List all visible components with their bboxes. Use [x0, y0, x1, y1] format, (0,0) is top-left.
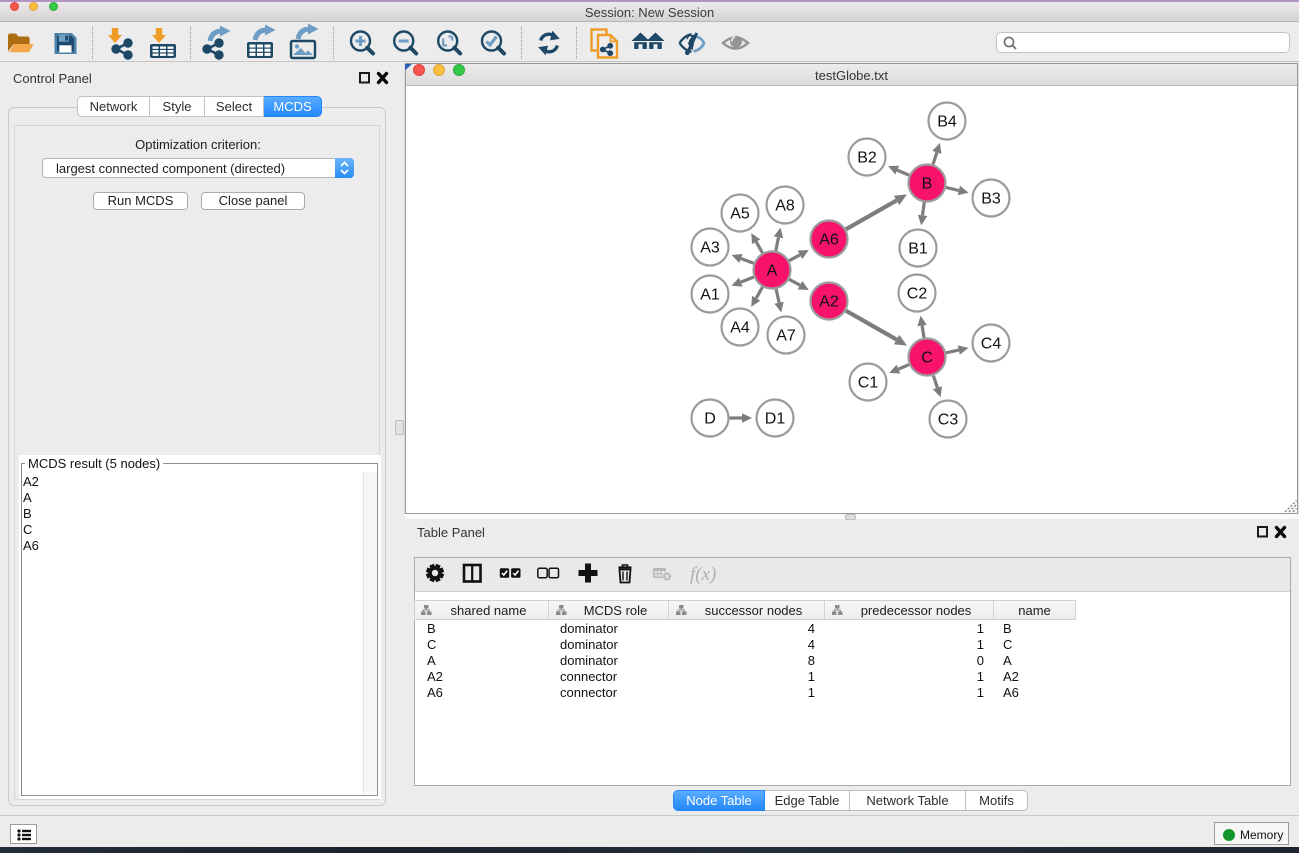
svg-text:D: D: [704, 411, 716, 428]
svg-text:B: B: [922, 176, 933, 193]
svg-text:B3: B3: [981, 191, 1001, 208]
svg-text:A: A: [767, 263, 778, 280]
svg-text:D1: D1: [765, 411, 786, 428]
svg-text:A6: A6: [819, 232, 839, 249]
svg-text:f(x): f(x): [690, 564, 716, 585]
svg-text:A1: A1: [700, 287, 720, 304]
svg-text:A3: A3: [700, 240, 720, 257]
svg-text:B2: B2: [857, 150, 877, 167]
svg-text:A2: A2: [819, 294, 839, 311]
svg-text:A5: A5: [730, 206, 750, 223]
svg-text:C4: C4: [981, 336, 1002, 353]
svg-text:A4: A4: [730, 320, 750, 337]
svg-text:C3: C3: [938, 412, 959, 429]
svg-text:B1: B1: [908, 241, 928, 258]
svg-text:A8: A8: [775, 198, 795, 215]
svg-text:B4: B4: [937, 114, 957, 131]
svg-text:C1: C1: [858, 375, 879, 392]
svg-text:C2: C2: [907, 286, 928, 303]
svg-text:C: C: [921, 350, 933, 367]
svg-text:A7: A7: [776, 328, 796, 345]
